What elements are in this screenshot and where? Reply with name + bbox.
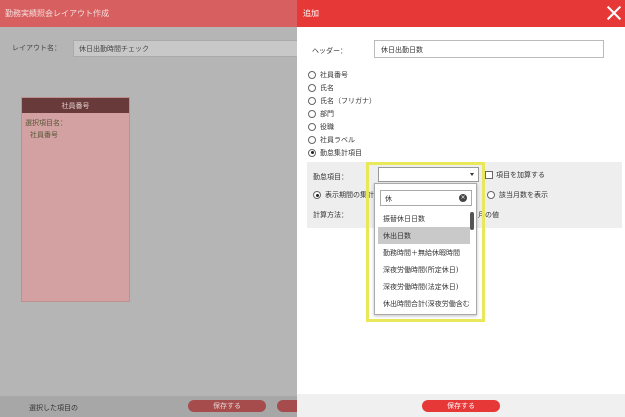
month-count-radio-row[interactable]: 該当月数を表示 [487,190,548,200]
calc-method-label: 計算方法： [313,211,348,219]
attendance-item-dropdown[interactable]: 休 × 振替休日日数 休出日数 勤務時間＋無給休暇時間 深夜労働時間(所定休日)… [374,183,477,315]
attendance-item-label: 勤怠項目： [313,173,348,181]
radio-button[interactable] [308,70,316,79]
dropdown-option[interactable]: 深夜労働時間(所定休日) [378,261,470,278]
layout-column-header: 社員番号 [22,98,129,113]
radio-option-employee-number[interactable]: 社員番号 [308,68,376,81]
month-count-label: 該当月数を表示 [499,191,548,199]
background-window-title: 勤務実績照会レイアウト作成 [0,0,297,27]
add-panel-header: 追加 [297,0,625,27]
radio-option-employee-label[interactable]: 社員ラベル [308,133,376,146]
radio-label: 役職 [320,122,334,131]
background-secondary-button[interactable] [277,400,297,412]
item-type-radio-group: 社員番号 氏名 氏名（フリガナ） 部門 役職 社員ラベル 勤怠集計項目 [308,68,376,159]
radio-option-department[interactable]: 部門 [308,107,376,120]
close-icon[interactable] [607,6,621,20]
add-items-checkbox-row[interactable]: 項目を加算する [485,170,545,180]
layout-name-input[interactable]: 休日出勤時間チェック [73,40,298,57]
dropdown-search-input[interactable]: 休 × [380,190,472,206]
background-footer-text: 選択した項目の [29,404,78,412]
period-radio-button[interactable] [313,191,321,199]
radio-label: 社員ラベル [320,135,355,144]
dropdown-option[interactable]: 休出時間合計(深夜労働含む) [378,295,470,312]
dropdown-search-text: 休 [385,195,392,203]
radio-label: 部門 [320,109,334,118]
dropdown-option-selected[interactable]: 休出日数 [378,227,470,244]
month-count-radio-button[interactable] [487,191,495,199]
radio-label: 氏名（フリガナ） [320,96,376,105]
header-field-label: ヘッダー： [312,47,347,55]
radio-option-name[interactable]: 氏名 [308,81,376,94]
add-items-label: 項目を加算する [496,171,545,179]
radio-button[interactable] [308,135,316,144]
dropdown-option-list: 振替休日日数 休出日数 勤務時間＋無給休暇時間 深夜労働時間(所定休日) 深夜労… [378,210,470,312]
save-button[interactable]: 保存する [422,400,500,412]
dropdown-option[interactable]: 振替休日日数 [378,210,470,227]
period-radio-row[interactable]: 表示期間の集計 [313,190,374,200]
radio-label: 社員番号 [320,70,348,79]
dropdown-scrollbar-thumb[interactable] [470,212,474,230]
radio-option-name-kana[interactable]: 氏名（フリガナ） [308,94,376,107]
radio-label: 氏名 [320,83,334,92]
clear-icon[interactable]: × [459,194,467,202]
layout-column-selected-value: 社員番号 [30,131,58,139]
radio-button[interactable] [308,122,316,131]
background-save-button[interactable]: 保存する [188,400,266,412]
radio-label: 勤怠集計項目 [320,148,362,157]
header-field-input[interactable]: 休日出勤日数 [374,40,604,58]
dropdown-option[interactable]: 勤務時間＋無給休暇時間 [378,244,470,261]
radio-button[interactable] [308,96,316,105]
radio-button-checked[interactable] [308,148,316,157]
radio-button[interactable] [308,83,316,92]
radio-button[interactable] [308,109,316,118]
radio-option-attendance-item[interactable]: 勤怠集計項目 [308,146,376,159]
radio-option-position[interactable]: 役職 [308,120,376,133]
layout-name-label: レイアウト名： [12,44,61,52]
panel-title: 追加 [303,9,319,18]
layout-column-card[interactable]: 社員番号 選択項目名： 社員番号 [21,97,130,302]
dropdown-option[interactable]: 深夜労働時間(法定休日) [378,278,470,295]
add-items-checkbox[interactable] [485,171,493,179]
layout-column-selected-label: 選択項目名： [25,119,67,127]
period-label: 表示期間の集 [325,191,367,199]
